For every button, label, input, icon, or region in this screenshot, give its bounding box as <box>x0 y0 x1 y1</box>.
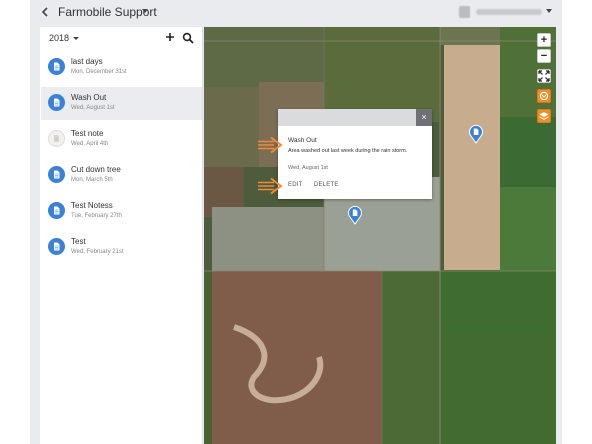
search-button[interactable] <box>182 31 194 44</box>
note-date: Tue, February 27th <box>71 213 122 219</box>
plus-icon <box>166 33 174 41</box>
note-title: Cut down tree <box>71 165 121 174</box>
fullscreen-button[interactable] <box>537 69 551 83</box>
popup-description: Area washed out last week during the rai… <box>288 148 408 154</box>
document-icon <box>48 166 65 183</box>
document-icon <box>48 58 65 75</box>
annotation-arrow-icon <box>257 136 283 159</box>
document-icon <box>48 202 65 219</box>
note-date: Wed, April 4th <box>71 141 109 147</box>
note-list-item-selected[interactable]: Wash Out Wed, August 1st <box>41 87 202 120</box>
chevron-left-icon[interactable] <box>40 5 50 19</box>
close-icon[interactable]: × <box>416 109 432 126</box>
popup-title: Wash Out <box>288 137 317 144</box>
note-date: Wed, February 21st <box>71 249 124 255</box>
note-title: last days <box>71 57 103 66</box>
note-list-item[interactable]: Test Notess Tue, February 27th <box>41 195 202 228</box>
edit-button[interactable]: EDIT <box>288 181 302 189</box>
satellite-imagery <box>204 27 556 444</box>
add-note-button[interactable] <box>164 30 176 44</box>
annotation-arrow-icon <box>257 177 283 200</box>
field-layer-icon <box>539 91 549 101</box>
note-date: Mon, December 31st <box>71 69 127 75</box>
document-icon <box>48 238 65 255</box>
layers-button[interactable] <box>537 109 551 123</box>
user-avatar[interactable] <box>459 6 470 18</box>
note-title: Test note <box>71 129 104 138</box>
search-icon <box>182 32 194 44</box>
note-date: Wed, August 1st <box>71 105 115 111</box>
satellite-map[interactable]: + − <box>204 27 556 444</box>
zoom-in-button[interactable]: + <box>537 33 551 47</box>
popup-date: Wed, August 1st <box>288 165 328 171</box>
popup-pointer <box>72 199 82 204</box>
delete-button[interactable]: DELETE <box>314 181 339 189</box>
layers-icon <box>539 112 549 120</box>
zoom-out-button[interactable]: − <box>537 49 551 63</box>
document-icon <box>48 94 65 111</box>
expand-icon <box>538 70 550 82</box>
app-root: Farmobile Support 2018 last days Mon, De… <box>0 0 592 444</box>
note-title: Test <box>71 237 86 246</box>
note-list-item[interactable]: Test Wed, February 21st <box>41 231 202 264</box>
field-layer-button[interactable] <box>537 89 551 103</box>
note-title: Wash Out <box>71 93 107 102</box>
note-popup: × Wash Out Area washed out last week dur… <box>278 109 432 199</box>
popup-header <box>278 109 432 126</box>
note-list-item[interactable]: last days Mon, December 31st <box>41 51 202 84</box>
pending-document-icon <box>48 130 65 147</box>
caret-down-icon <box>73 37 79 40</box>
caret-down-icon[interactable] <box>142 9 148 13</box>
year-label: 2018 <box>49 33 70 43</box>
note-date: Mon, March 5th <box>71 177 113 183</box>
note-list-item[interactable]: Test note Wed, April 4th <box>41 123 202 156</box>
user-name[interactable] <box>476 9 542 15</box>
caret-down-icon[interactable] <box>546 9 552 13</box>
note-list-item[interactable]: Cut down tree Mon, March 5th <box>41 159 202 192</box>
